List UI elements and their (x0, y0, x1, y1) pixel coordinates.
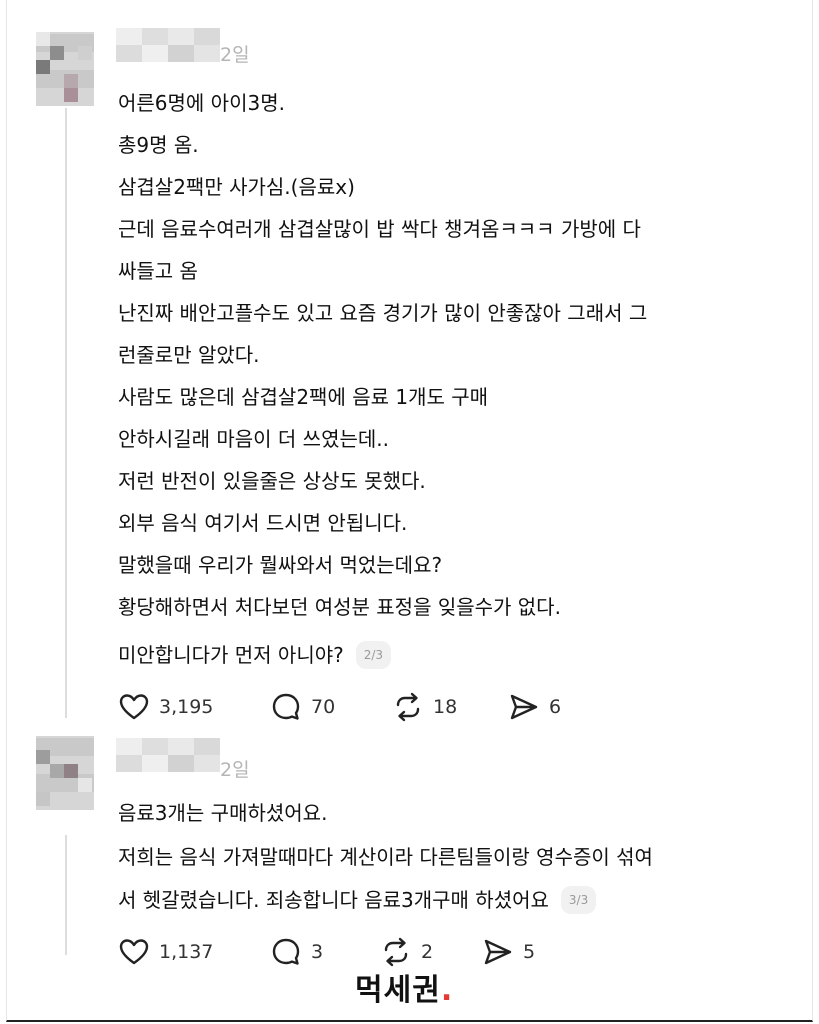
reply-button[interactable]: 3 (270, 935, 323, 969)
username-blurred[interactable] (116, 738, 220, 772)
share-icon (510, 694, 538, 720)
comment-icon (272, 693, 300, 720)
avatar[interactable] (36, 736, 94, 810)
heart-icon (119, 694, 149, 720)
comment-text-line: 근데 음료수여러개 삼겹살많이 밥 싹다 챙겨옴ㅋㅋㅋ 가방에 다 (118, 217, 641, 241)
comment-text-line-last: 서 헷갈렸습니다. 죄송합니다 음료3개구매 하셨어요 3/3 (118, 886, 597, 914)
thread-pager: 2/3 (355, 641, 392, 669)
repost-button[interactable]: 18 (392, 690, 457, 724)
like-button[interactable]: 3,195 (118, 690, 213, 724)
comment-text-line: 안하시길래 마음이 더 쓰였는데.. (118, 427, 389, 451)
comment-text-line: 외부 음식 여기서 드시면 안됩니다. (118, 511, 408, 535)
comment-text: 미안합니다가 먼저 아니야? (118, 643, 344, 667)
username-blurred[interactable] (116, 28, 220, 62)
share-icon (484, 939, 512, 965)
thread-line (65, 835, 67, 955)
comment-text: 서 헷갈렸습니다. 죄송합니다 음료3개구매 하셨어요 (118, 888, 549, 912)
comment-text-line: 런줄로만 알았다. (118, 343, 260, 367)
reply-count: 70 (311, 696, 336, 718)
share-button[interactable]: 5 (482, 935, 535, 969)
repost-count: 18 (433, 696, 458, 718)
comment-text-line: 싸들고 옴 (118, 259, 198, 283)
repost-count: 2 (421, 941, 434, 963)
share-button[interactable]: 6 (508, 690, 561, 724)
like-button[interactable]: 1,137 (118, 935, 213, 969)
comment-time: 2일 (220, 44, 250, 66)
share-count: 5 (523, 941, 536, 963)
comment-icon (272, 938, 300, 965)
comment-text-line: 저희는 음식 가져말때마다 계산이라 다른팀들이랑 영수증이 섞여 (118, 845, 653, 869)
watermark-text: 먹세권 (355, 973, 441, 1008)
like-count: 3,195 (159, 696, 214, 718)
share-count: 6 (549, 696, 562, 718)
reply-button[interactable]: 70 (270, 690, 335, 724)
comment-text-line: 황당해하면서 처다보던 여성분 표정을 잊을수가 없다. (118, 595, 561, 619)
comment-text-line-last: 미안합니다가 먼저 아니야? 2/3 (118, 641, 392, 669)
repost-button[interactable]: 2 (380, 935, 433, 969)
heart-icon (119, 939, 149, 965)
thread-line (65, 108, 67, 718)
thread-pager: 3/3 (560, 886, 597, 914)
comment-text-line: 음료3개는 구매하셨어요. (118, 801, 328, 825)
reply-count: 3 (311, 941, 324, 963)
comment-time: 2일 (220, 759, 250, 781)
like-count: 1,137 (159, 941, 214, 963)
comment-text-line: 총9명 옴. (118, 133, 199, 157)
repost-icon (396, 692, 420, 722)
repost-icon (384, 937, 408, 967)
comment-text-line: 난진짜 배안고플수도 있고 요즘 경기가 많이 안좋잖아 그래서 그 (118, 301, 648, 325)
comment-text-line: 삼겹살2팩만 사가심.(음료x) (118, 175, 355, 199)
avatar[interactable] (36, 32, 94, 106)
comment-text-line: 어른6명에 아이3명. (118, 91, 285, 115)
comment-text-line: 말했을때 우리가 뭘싸와서 먹었는데요? (118, 553, 443, 577)
comment-text-line: 저런 반전이 있을줄은 상상도 못했다. (118, 469, 426, 493)
comment-text-line: 사람도 많은데 삼겹살2팩에 음료 1개도 구매 (118, 385, 489, 409)
watermark-dot: . (440, 973, 454, 1008)
watermark-logo: 먹세권. (355, 965, 453, 1009)
